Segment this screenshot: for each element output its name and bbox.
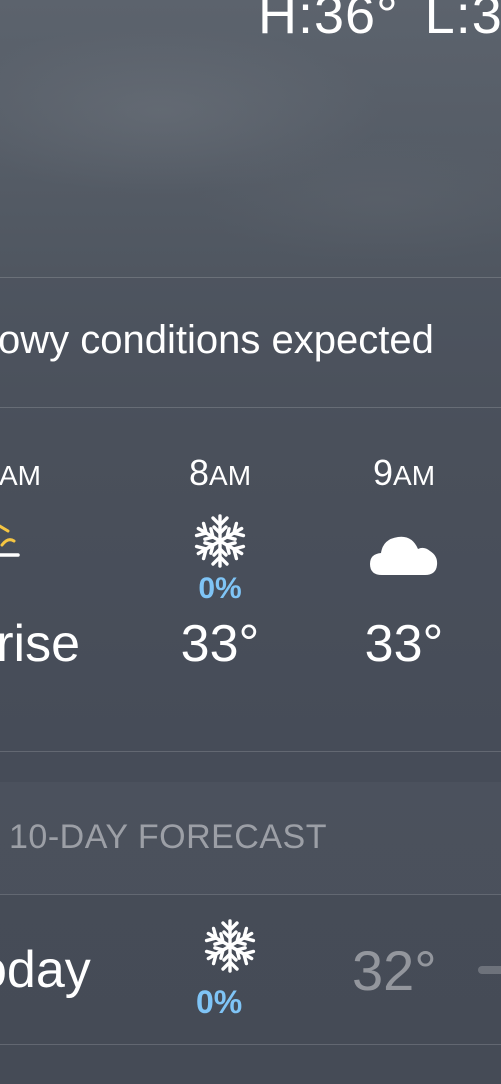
hour-temp: 33° [180,615,260,673]
hourly-item: 9AM 33° [329,452,479,674]
divider [0,751,501,752]
precip-chance: 0% [198,572,242,605]
high-temp: H:36° [258,0,399,45]
hour-label: AM [0,460,41,491]
hourly-item: AM rise [0,452,80,674]
low-temp: L:3 [424,0,501,45]
hourly-item: 8AM 0% 33° [145,452,295,674]
hour-label: 9AM [372,452,436,493]
hour-value: rise [0,615,80,673]
hour-label: 8AM [188,452,252,493]
hour-temp: 33° [364,615,444,673]
hourly-forecast[interactable]: AM rise 8AM 0% 33° 9AM 33° [0,408,501,752]
precip-chance: 0% [196,984,243,1020]
forecast-day-row[interactable]: oday 0% 32° [0,896,501,1044]
snowflake-icon [200,918,260,979]
snowflake-icon [145,510,295,572]
divider [0,1044,501,1045]
conditions-summary: owy conditions expected [0,318,434,362]
temp-range-bar [478,966,501,974]
day-name: oday [0,941,91,999]
divider [0,894,501,895]
cloud-icon [329,522,479,584]
low-temp: 32° [352,939,437,1002]
forecast-header: 10-DAY FORECAST [9,818,327,856]
high-low-temps: H:36° L:3 [258,0,501,46]
divider [0,277,501,278]
sunrise-icon [0,510,80,572]
